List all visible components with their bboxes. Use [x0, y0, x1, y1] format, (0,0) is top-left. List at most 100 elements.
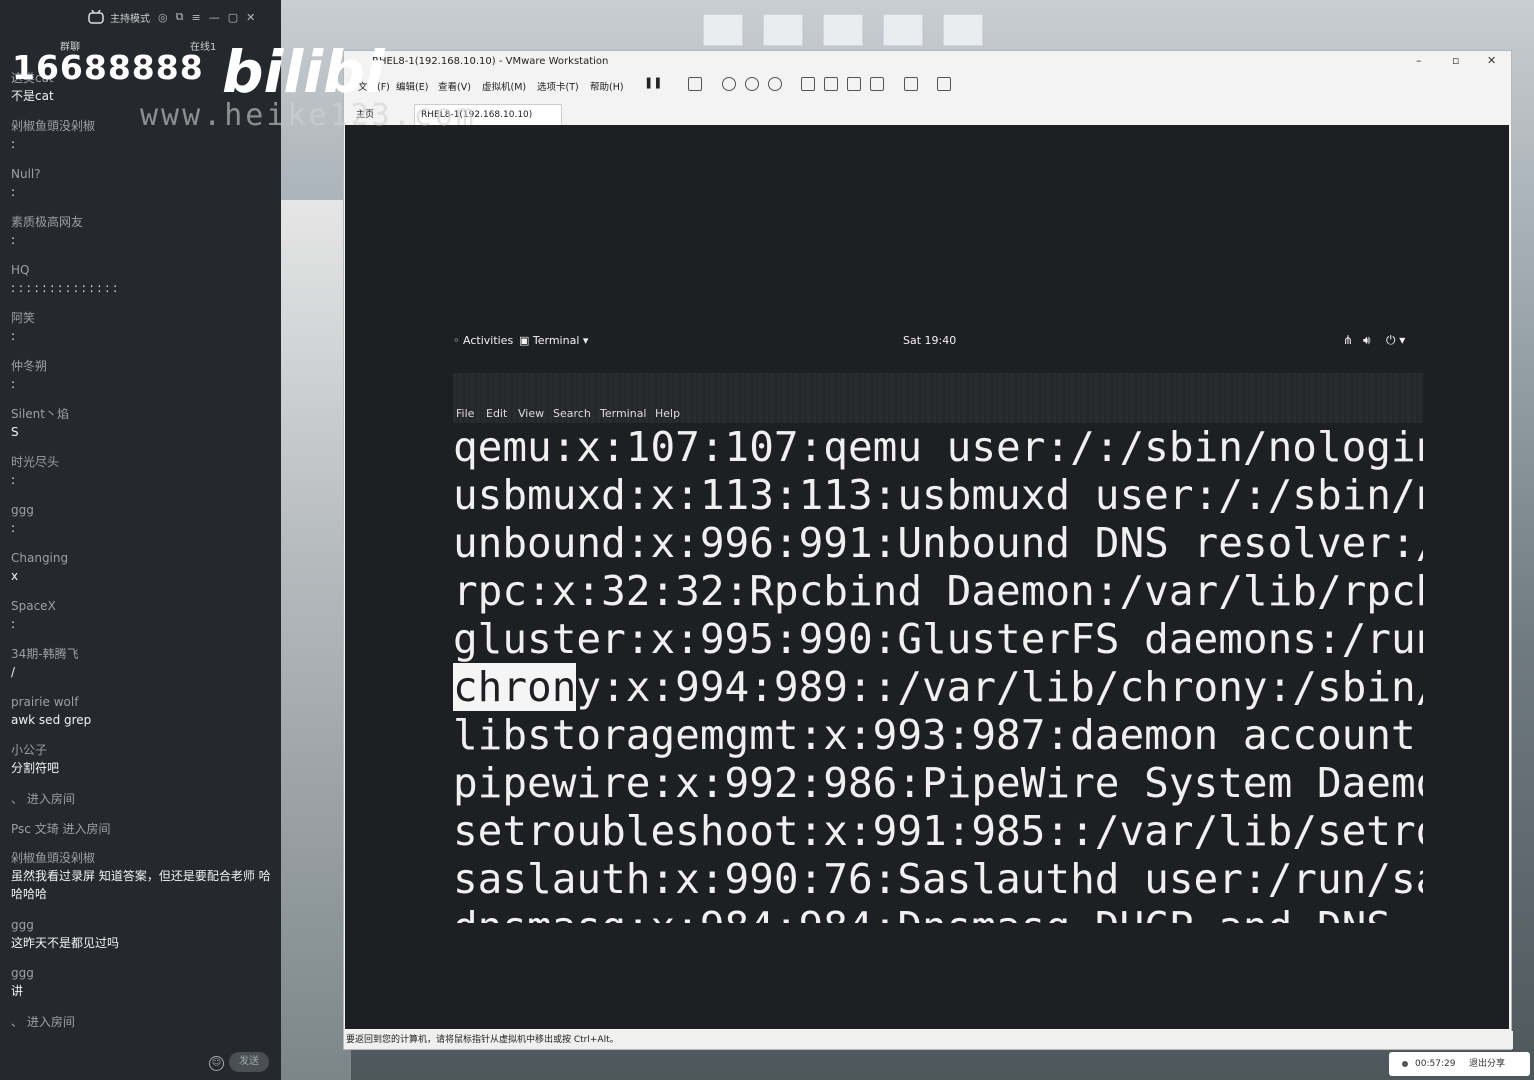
exit-share-button[interactable]: 退出分享	[1469, 1052, 1505, 1076]
desktop-shortcut-icon[interactable]	[763, 14, 803, 46]
send-button[interactable]: 发送	[229, 1052, 269, 1072]
menu-vm[interactable]: 虚拟机(M)	[482, 79, 526, 93]
snapshot-icon[interactable]	[722, 77, 736, 91]
list-item: Silent丶焰 S	[11, 406, 273, 454]
message-user: 剁椒鱼頭没剁椒	[11, 851, 96, 865]
message-text: /	[11, 665, 16, 679]
message-user: HQ	[11, 263, 30, 277]
screen-share-bar: 00:57:29 退出分享	[1389, 1052, 1530, 1076]
menu-edit[interactable]: Edit	[486, 407, 507, 420]
message-text: :	[11, 473, 16, 487]
send-ctrl-alt-del-icon[interactable]	[688, 77, 702, 91]
message-text: : : : : : : : : : : : : : :	[11, 281, 118, 295]
menu-file[interactable]: File	[456, 407, 474, 420]
close-icon[interactable]: ✕	[246, 11, 255, 24]
desktop-shortcut-icon[interactable]	[823, 14, 863, 46]
window-title: RHEL8-1(192.168.10.10) - VMware Workstat…	[372, 56, 609, 67]
message-user: Silent丶焰	[11, 407, 69, 421]
terminal-line: usbmuxd:x:113:113:usbmuxd user:/:/sbin/n	[453, 471, 1423, 519]
revert-snapshot-icon[interactable]	[745, 77, 759, 91]
list-item: 34期-韩腾飞 /	[11, 646, 273, 694]
menu-search[interactable]: Search	[553, 407, 591, 420]
fullscreen-icon[interactable]	[847, 77, 861, 91]
terminal-app-label: Terminal	[532, 334, 580, 347]
system-message: Psc 文琦 进入房间	[11, 822, 111, 836]
unity-icon[interactable]	[870, 77, 884, 91]
emoji-icon[interactable]: ☺	[209, 1056, 224, 1071]
message-text: S	[11, 425, 19, 439]
list-item: ggg:	[11, 502, 273, 550]
menu-help[interactable]: 帮助(H)	[590, 79, 624, 93]
message-user: ggg	[11, 503, 34, 517]
desktop-shortcut-icon[interactable]	[943, 14, 983, 46]
desktop-shortcut-icon[interactable]	[703, 14, 743, 46]
terminal-output[interactable]: qemu:x:107:107:qemu user:/:/sbin/nologin…	[453, 423, 1423, 923]
list-item: 阿笑:	[11, 310, 273, 358]
menu-view[interactable]: 查看(V)	[438, 79, 471, 93]
message-user: SpaceX	[11, 599, 56, 613]
minimize-icon[interactable]: –	[1416, 54, 1422, 67]
clock[interactable]: Sat 19:40	[903, 334, 956, 347]
power-icon[interactable]: ⏻ ▾	[1386, 333, 1405, 348]
terminal-line: libstoragemgmt:x:993:987:daemon account	[453, 711, 1416, 759]
stretch-icon[interactable]	[937, 77, 951, 91]
thumbnail-icon[interactable]	[824, 77, 838, 91]
terminal-app-menu[interactable]: ▣ Terminal ▾	[519, 334, 588, 347]
message-user: 阿笑	[11, 311, 36, 325]
restore-icon[interactable]: ▢	[228, 11, 238, 24]
list-item: 仲冬朔:	[11, 358, 273, 406]
console-icon[interactable]	[904, 77, 918, 91]
message-text: :	[11, 137, 16, 151]
terminal-line: setroubleshoot:x:991:985::/var/lib/setro	[453, 807, 1423, 855]
popout-icon[interactable]: ⧉	[176, 10, 184, 24]
terminal-line: rpc:x:32:32:Rpcbind Daemon:/var/lib/rpcb	[453, 567, 1423, 615]
menu-terminal[interactable]: Terminal	[600, 407, 647, 420]
vm-screen[interactable]: ◦ Activities ▣ Terminal ▾ Sat 19:40 ⋔ 🔊︎…	[345, 125, 1509, 1029]
list-item: ggg 这昨天不是都见过吗	[11, 917, 273, 965]
system-message: 、 进入房间	[11, 1015, 75, 1029]
message-user: 仲冬朔	[11, 359, 48, 373]
list-item: Null?:	[11, 166, 273, 214]
close-icon[interactable]: ✕	[1487, 54, 1496, 67]
vmware-window: RHEL8-1(192.168.10.10) - VMware Workstat…	[343, 50, 1513, 1050]
terminal-line: saslauth:x:990:76:Saslauthd user:/run/sa	[453, 855, 1423, 903]
activities-button[interactable]: ◦ Activities	[453, 334, 513, 347]
message-text: x	[11, 569, 19, 583]
terminal-line-rest: y:x:994:989::/var/lib/chrony:/sbin/	[576, 663, 1423, 711]
message-text: 讲	[11, 984, 24, 998]
volume-icon[interactable]: 🔊︎	[1363, 333, 1371, 348]
share-timer: 00:57:29	[1415, 1059, 1456, 1069]
activities-label: Activities	[463, 334, 514, 347]
desktop-icons	[703, 14, 983, 46]
menu-edit[interactable]: 编辑(E)	[396, 79, 428, 93]
bilibili-watermark: bilibi	[222, 38, 385, 106]
desktop-shortcut-icon[interactable]	[883, 14, 923, 46]
menu-help[interactable]: Help	[655, 407, 680, 420]
network-icon[interactable]: ⋔	[1343, 333, 1353, 347]
snapshot-manager-icon[interactable]	[768, 77, 782, 91]
list-item: 小公子 分割符吧	[11, 742, 273, 790]
library-icon[interactable]	[801, 77, 815, 91]
overlay-number: 16688888	[12, 48, 204, 87]
minimize-icon[interactable]: —	[209, 11, 220, 24]
settings-icon[interactable]: ◎	[158, 11, 168, 24]
list-item: ggg 讲	[11, 965, 273, 1013]
pause-icon[interactable]: ❚❚	[644, 77, 662, 89]
menu-view[interactable]: View	[518, 407, 544, 420]
message-user: ggg	[11, 918, 34, 932]
host-mode-label: 主持模式	[110, 13, 150, 25]
chat-topbar: 主持模式 ◎ ⧉ ≡ — ▢ ✕	[0, 0, 281, 34]
menu-icon[interactable]: ≡	[191, 11, 200, 24]
list-item: Changing x	[11, 550, 273, 598]
terminal-menubar: File Edit View Search Terminal Help	[453, 403, 1423, 423]
message-user: 时光尽头	[11, 455, 60, 469]
list-item: HQ : : : : : : : : : : : : : :	[11, 262, 273, 310]
bilibili-logo-icon	[88, 10, 104, 24]
message-user: Changing	[11, 551, 69, 565]
maximize-icon[interactable]: ▫	[1452, 54, 1459, 67]
menu-tabs[interactable]: 选项卡(T)	[537, 79, 579, 93]
status-bar: 要返回到您的计算机，请将鼠标指针从虚拟机中移出或按 Ctrl+Alt。	[344, 1031, 1513, 1049]
message-text: :	[11, 185, 16, 199]
terminal-line: qemu:x:107:107:qemu user:/:/sbin/nologin	[453, 423, 1423, 471]
gnome-top-bar: ◦ Activities ▣ Terminal ▾ Sat 19:40 ⋔ 🔊︎…	[441, 330, 1421, 352]
